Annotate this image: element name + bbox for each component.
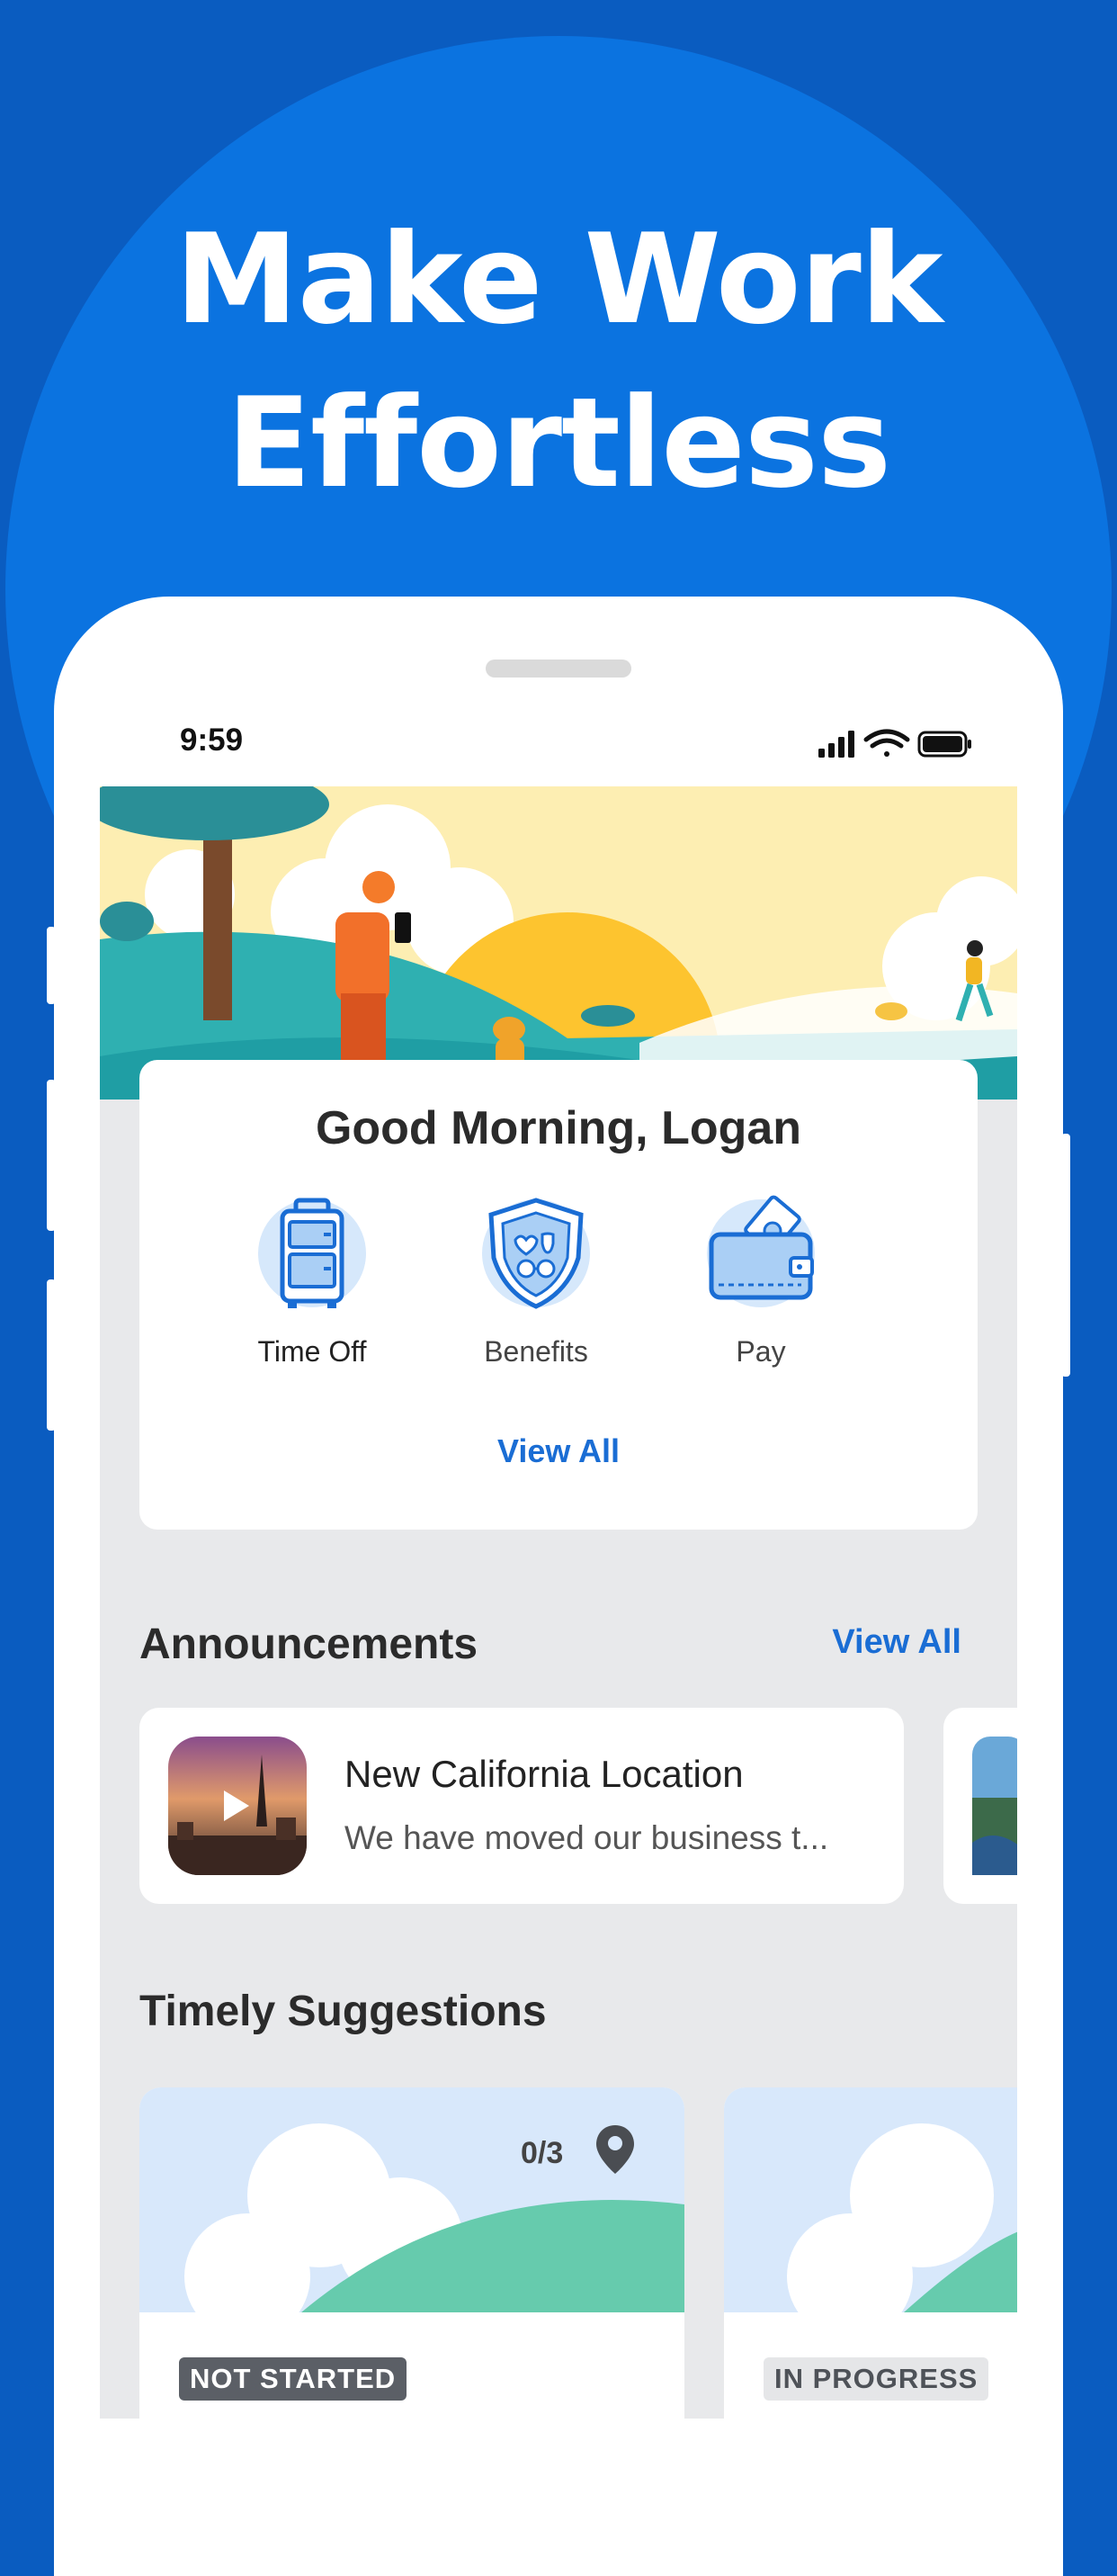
status-icons	[817, 725, 974, 761]
wallet-icon	[702, 1195, 819, 1312]
app-screen: Good Morning, Logan Time Off Benefits Pa…	[100, 786, 1017, 2419]
quick-action-label: Time Off	[257, 1335, 367, 1368]
status-badge: NOT STARTED	[179, 2357, 407, 2401]
quick-action-pay[interactable]: Pay	[648, 1195, 873, 1369]
headline-line-2: Effortless	[226, 371, 891, 516]
quick-action-label: Pay	[736, 1335, 786, 1368]
suitcase-icon	[254, 1195, 371, 1312]
cellular-signal-icon	[818, 731, 854, 758]
announcement-title: New California Location	[344, 1753, 744, 1795]
announcements-title: Announcements	[139, 1620, 478, 1668]
speaker-notch	[486, 660, 631, 678]
battery-icon	[917, 731, 971, 758]
headline-line-1: Make Work	[174, 207, 943, 352]
announcement-thumbnail	[972, 1737, 1017, 1875]
quick-action-label: Benefits	[484, 1335, 588, 1368]
announcements-view-all-link[interactable]: View All	[832, 1623, 961, 1662]
status-time: 9:59	[180, 723, 244, 758]
greeting-title: Good Morning, Logan	[315, 1102, 802, 1154]
quick-actions-view-all-link[interactable]: View All	[139, 1432, 978, 1470]
quick-action-benefits[interactable]: Benefits	[424, 1195, 648, 1369]
suggestions-title: Timely Suggestions	[139, 1988, 547, 2035]
location-pin-icon	[594, 2123, 636, 2180]
hero-illustration	[100, 786, 1017, 1100]
suggestion-card-next[interactable]: IN PROGRESS	[724, 2087, 1017, 2419]
wifi-icon	[863, 729, 910, 757]
shield-icon	[478, 1195, 594, 1312]
quick-action-time-off[interactable]: Time Off	[200, 1195, 424, 1369]
promo-headline: Make Work Effortless	[0, 198, 1117, 525]
suggestion-illustration	[139, 2087, 684, 2312]
suggestion-card[interactable]: 0/3 NOT STARTED	[139, 2087, 684, 2419]
suggestion-illustration	[724, 2087, 1017, 2312]
status-badge: IN PROGRESS	[764, 2357, 989, 2401]
announcement-description: We have moved our business t...	[344, 1819, 829, 1856]
greeting-card: Good Morning, Logan Time Off Benefits Pa…	[139, 1060, 978, 1530]
announcement-thumbnail	[168, 1737, 307, 1875]
announcement-card-next[interactable]	[943, 1708, 1017, 1904]
suggestion-progress: 0/3	[521, 2136, 564, 2170]
announcement-card[interactable]: New California Location We have moved ou…	[139, 1708, 904, 1904]
